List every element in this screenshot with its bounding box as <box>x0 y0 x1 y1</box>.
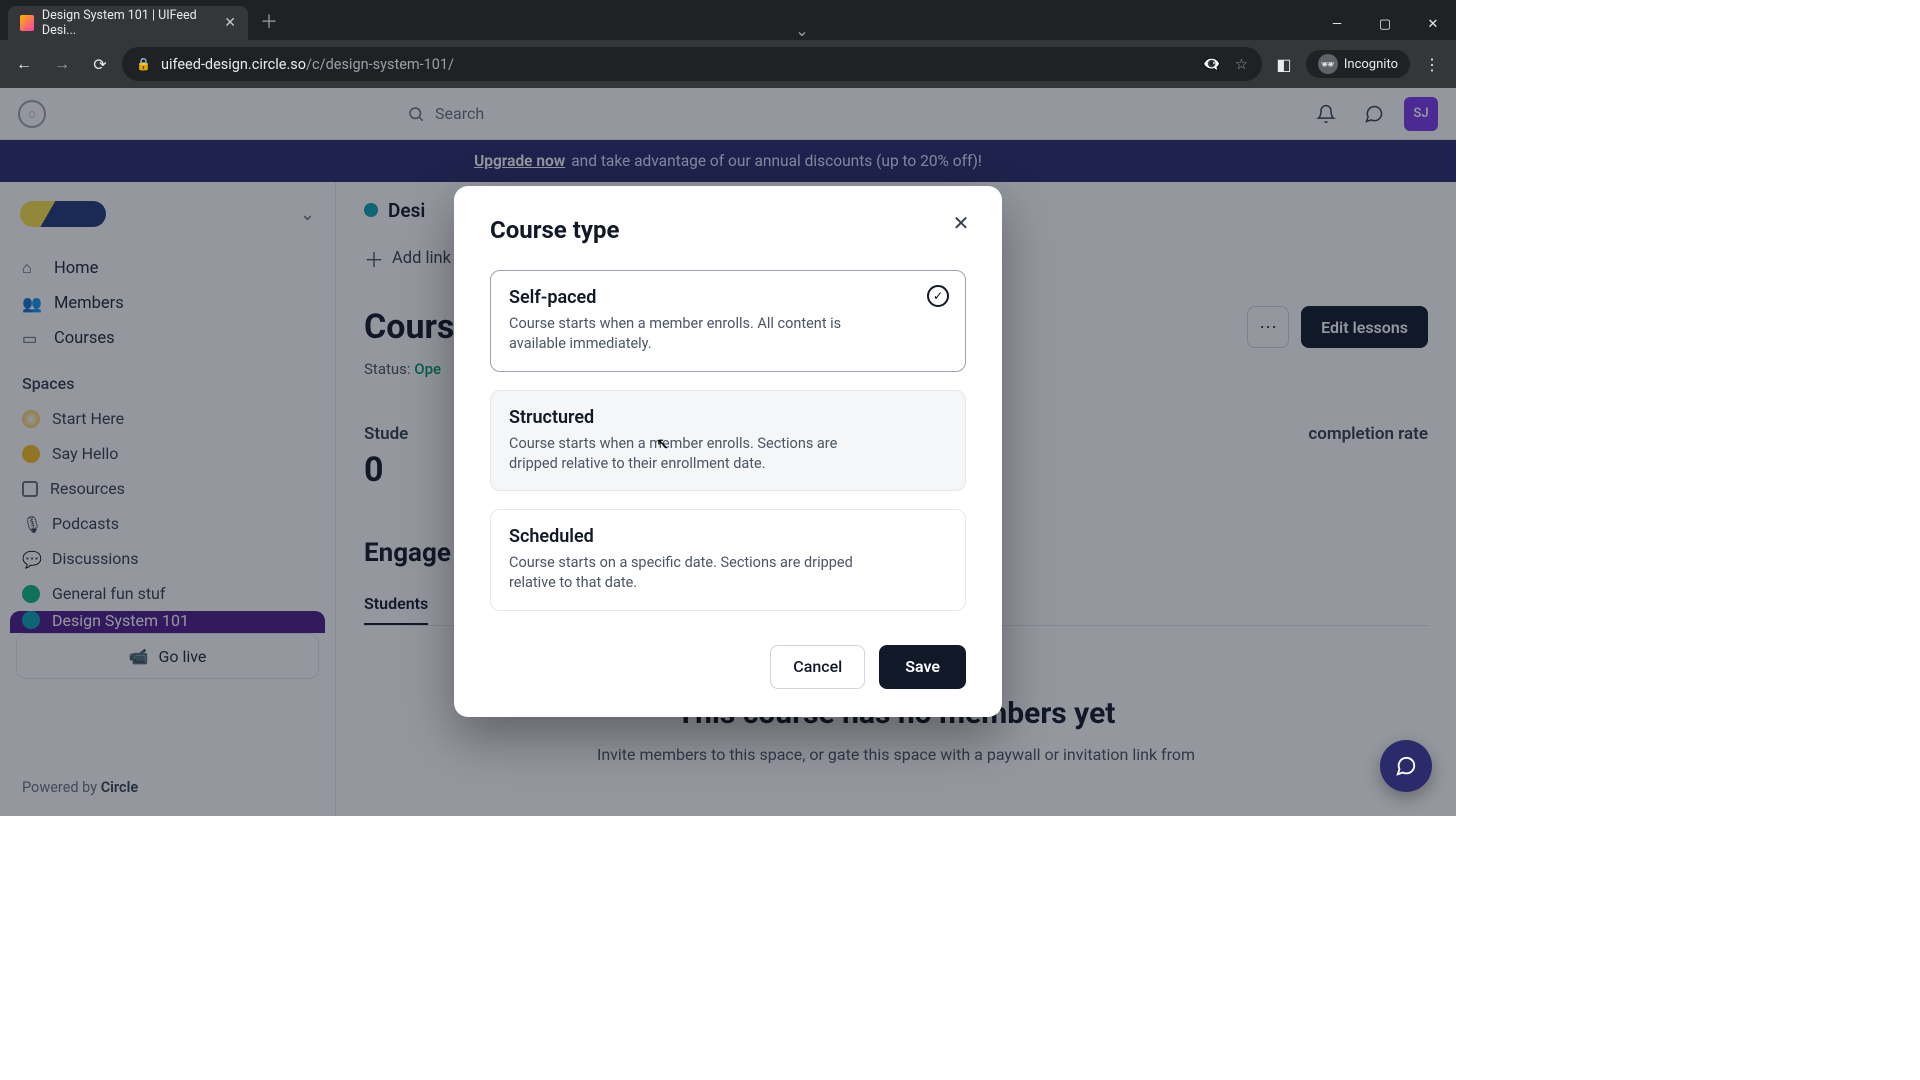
incognito-icon: 🕶 <box>1318 54 1338 74</box>
window-minimize-button[interactable]: ― <box>1314 8 1360 40</box>
window-close-button[interactable]: ✕ <box>1410 8 1456 40</box>
check-icon: ✓ <box>927 285 949 307</box>
course-type-modal: Course type ✕ Self-paced Course starts wh… <box>454 186 1002 717</box>
close-icon[interactable]: ✕ <box>224 15 236 31</box>
option-desc: Course starts when a member enrolls. Sec… <box>509 434 889 475</box>
help-fab[interactable] <box>1380 740 1432 792</box>
option-title: Structured <box>509 407 947 428</box>
tab-title: Design System 101 | UIFeed Desi... <box>42 8 208 38</box>
address-bar[interactable]: 🔒 uifeed-design.circle.so/c/design-syste… <box>122 47 1262 81</box>
option-title: Self-paced <box>509 287 947 308</box>
bookmark-star-icon[interactable]: ☆ <box>1235 56 1248 73</box>
course-type-option-structured[interactable]: Structured Course starts when a member en… <box>490 390 966 492</box>
url-host: uifeed-design.circle.so <box>161 56 306 73</box>
course-type-option-scheduled[interactable]: Scheduled Course starts on a specific dat… <box>490 509 966 611</box>
save-button[interactable]: Save <box>879 645 966 689</box>
browser-toolbar: ← → ⟳ 🔒 uifeed-design.circle.so/c/design… <box>0 40 1456 88</box>
modal-close-button[interactable]: ✕ <box>946 208 976 238</box>
url-path: /c/design-system-101/ <box>306 56 454 73</box>
option-desc: Course starts when a member enrolls. All… <box>509 314 889 355</box>
browser-titlebar: Design System 101 | UIFeed Desi... ✕ ＋ ⌄… <box>0 0 1456 40</box>
tabs-chevron-icon[interactable]: ⌄ <box>781 21 822 40</box>
browser-tab[interactable]: Design System 101 | UIFeed Desi... ✕ <box>8 6 248 40</box>
favicon-icon <box>20 15 34 31</box>
forward-button: → <box>46 48 78 80</box>
new-tab-button[interactable]: ＋ <box>248 2 290 40</box>
window-maximize-button[interactable]: ▢ <box>1362 8 1408 40</box>
incognito-indicator[interactable]: 🕶 Incognito <box>1306 50 1410 78</box>
cancel-button[interactable]: Cancel <box>770 645 865 689</box>
browser-menu-button[interactable]: ⋮ <box>1416 48 1448 80</box>
lock-icon: 🔒 <box>136 57 151 71</box>
modal-title: Course type <box>490 216 966 244</box>
option-title: Scheduled <box>509 526 947 547</box>
reload-button[interactable]: ⟳ <box>84 48 116 80</box>
incognito-label: Incognito <box>1344 57 1398 72</box>
back-button[interactable]: ← <box>8 48 40 80</box>
course-type-option-self-paced[interactable]: Self-paced Course starts when a member en… <box>490 270 966 372</box>
eye-off-icon[interactable]: 👁‍🗨 <box>1203 56 1221 73</box>
chat-icon <box>1395 755 1417 777</box>
option-desc: Course starts on a specific date. Sectio… <box>509 553 889 594</box>
side-panel-icon[interactable]: ◧ <box>1268 48 1300 80</box>
